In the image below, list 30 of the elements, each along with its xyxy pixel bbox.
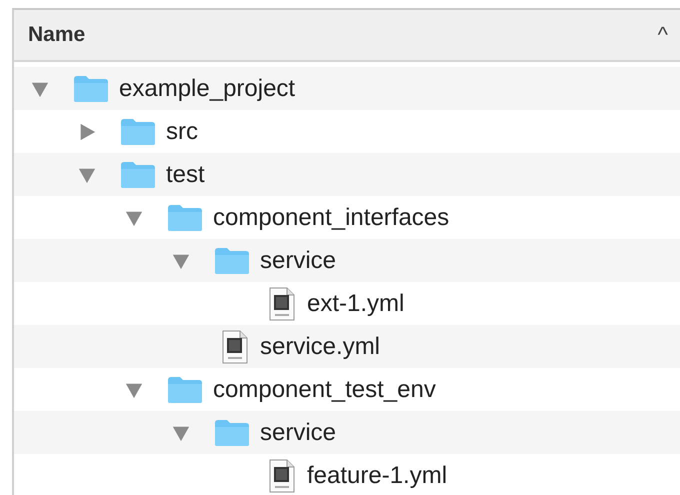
item-name[interactable]: feature-1.yml [307,462,448,490]
column-title: Name [28,23,86,47]
folder-icon [167,204,203,232]
document-icon [222,330,248,364]
document-icon [269,286,295,320]
folder-icon [120,160,156,188]
disclosure-triangle-icon[interactable] [172,424,190,442]
column-header[interactable]: Name ^ [14,10,680,62]
item-name[interactable]: example_project [119,74,296,102]
folder-icon [214,246,250,274]
disclosure-triangle-icon[interactable] [172,252,190,270]
document-icon [269,458,295,492]
item-name[interactable]: service [260,418,336,446]
item-name[interactable]: test [166,160,205,188]
disclosure-triangle-icon[interactable] [31,80,49,98]
item-name[interactable]: service.yml [260,332,380,360]
folder-icon [73,74,109,102]
disclosure-triangle-icon[interactable] [78,122,96,140]
sort-arrow: ^ [658,22,668,48]
folder-icon [167,376,203,404]
item-name[interactable]: component_test_env [213,376,436,404]
item-name[interactable]: service [260,246,336,274]
disclosure-triangle-icon[interactable] [125,380,143,398]
item-name[interactable]: ext-1.yml [307,290,404,318]
folder-icon [120,118,156,146]
item-name[interactable]: component_interfaces [213,204,450,232]
item-name[interactable]: src [166,118,198,146]
folder-icon [214,418,250,446]
disclosure-triangle-icon[interactable] [125,208,143,226]
disclosure-triangle-icon[interactable] [78,166,96,184]
